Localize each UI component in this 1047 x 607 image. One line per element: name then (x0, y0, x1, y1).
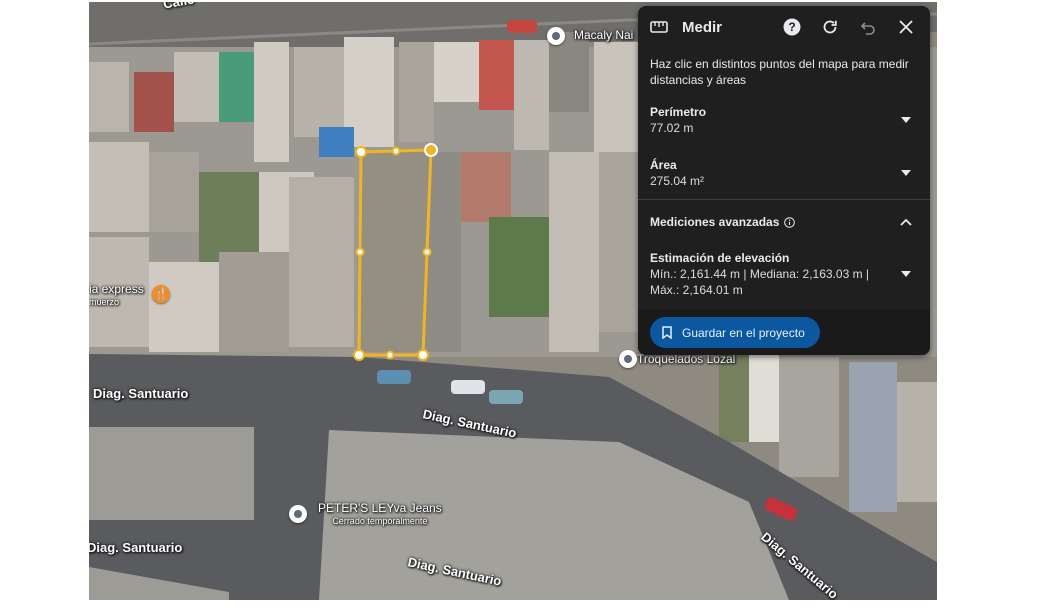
chevron-down-icon[interactable] (894, 161, 918, 185)
perimeter-row[interactable]: Perímetro 77.02 m (638, 104, 930, 136)
panel-title: Medir (682, 18, 723, 36)
street-label-bottom-left: Diag. Santuario (89, 540, 183, 555)
perimeter-label: Perímetro (650, 105, 707, 119)
place-pin-icon[interactable] (619, 350, 637, 368)
advanced-row[interactable]: Mediciones avanzadas (638, 200, 930, 244)
chevron-down-icon[interactable] (894, 108, 918, 132)
area-label: Área (650, 158, 677, 172)
poi-peters-name: PETER'S LEYva Jeans (318, 501, 442, 515)
chevron-up-icon[interactable] (894, 210, 918, 234)
svg-text:?: ? (788, 20, 795, 34)
elevation-max: Máx.: 2,164.01 m (650, 283, 743, 297)
poi-peters-status: Cerrado temporalmente (332, 516, 428, 526)
elevation-row[interactable]: Estimación de elevación Mín.: 2,161.44 m… (638, 250, 930, 298)
street-label-left: Diag. Santuario (93, 386, 189, 401)
help-icon[interactable]: ? (780, 15, 804, 39)
undo-icon[interactable] (856, 15, 880, 39)
close-icon[interactable] (894, 15, 918, 39)
measure-panel: Medir ? Haz clic en distintos puntos del… (638, 6, 930, 355)
poi-macaly[interactable]: Macaly Nai (574, 29, 633, 42)
poi-express-sub: muerzo (89, 297, 120, 307)
chevron-down-icon[interactable] (894, 262, 918, 286)
lock-pin-icon[interactable] (289, 505, 307, 523)
elevation-label: Estimación de elevación (650, 251, 790, 265)
area-value: 275.04 m² (650, 174, 705, 188)
panel-header: Medir ? (638, 6, 930, 48)
panel-description: Haz clic en distintos puntos del mapa pa… (650, 57, 909, 87)
restaurant-icon[interactable]: 🍴 (152, 285, 170, 303)
ruler-icon (650, 18, 668, 36)
refresh-icon[interactable] (818, 15, 842, 39)
elevation-min-median: Mín.: 2,161.44 m | Mediana: 2,163.03 m | (650, 267, 870, 281)
perimeter-value: 77.02 m (650, 121, 694, 135)
advanced-label: Mediciones avanzadas (650, 215, 780, 229)
save-to-project-button[interactable]: Guardar en el proyecto (650, 317, 820, 348)
save-button-label: Guardar en el proyecto (682, 325, 805, 340)
poi-express-name: ia express (89, 282, 144, 296)
place-pin-icon[interactable] (547, 27, 565, 45)
poi-peters[interactable]: PETER'S LEYva Jeans Cerrado temporalment… (318, 502, 442, 528)
bookmark-icon (662, 326, 672, 339)
area-row[interactable]: Área 275.04 m² (638, 157, 930, 189)
poi-express[interactable]: ia express muerzo (89, 283, 144, 309)
info-icon[interactable] (784, 216, 796, 228)
save-footer: Guardar en el proyecto (638, 309, 930, 355)
